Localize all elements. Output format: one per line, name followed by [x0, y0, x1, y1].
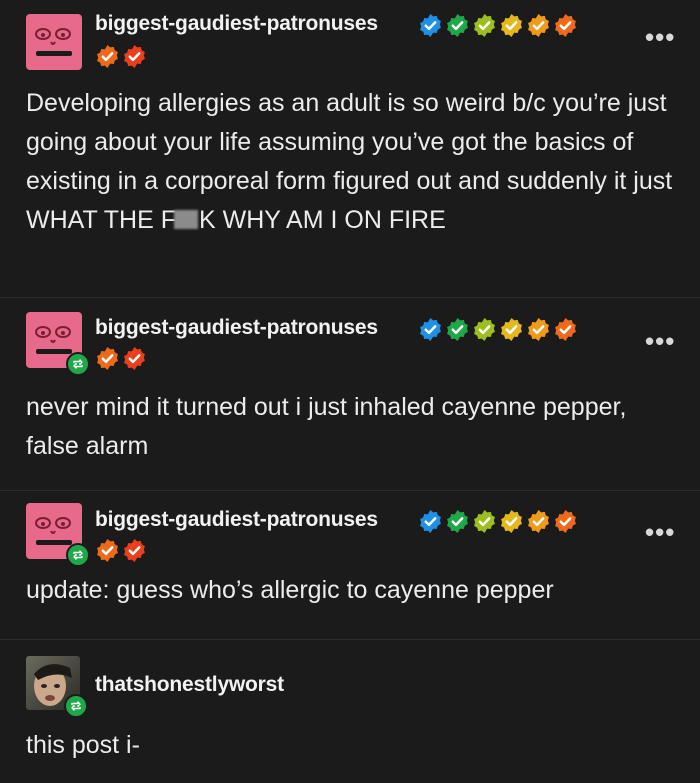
avatar[interactable]	[26, 656, 88, 718]
verified-badge-icon	[447, 318, 468, 341]
post-body: never mind it turned out i just inhaled …	[26, 393, 627, 460]
badge-row	[418, 317, 578, 342]
reblog-icon	[66, 352, 90, 376]
avatar[interactable]	[26, 312, 90, 376]
verified-badge-icon	[555, 510, 576, 533]
verified-badge-icon	[447, 14, 468, 37]
verified-badge-icon	[555, 14, 576, 37]
verified-badge-icon	[528, 318, 549, 341]
username[interactable]: biggest-gaudiest-patronuses	[95, 316, 378, 340]
badge-row	[418, 13, 578, 38]
verified-badge-icon	[501, 318, 522, 341]
verified-badge-icon	[97, 347, 118, 370]
verified-badge-icon	[447, 510, 468, 533]
reblog-icon	[66, 543, 90, 567]
verified-badge-icon	[124, 45, 145, 68]
verified-badge-icon	[420, 510, 441, 533]
verified-badge-icon	[124, 539, 145, 562]
pink-face-avatar-icon	[26, 14, 82, 70]
avatar[interactable]	[26, 503, 90, 567]
username[interactable]: thatshonestlyworst	[95, 673, 284, 697]
post-body: update: guess who’s allergic to cayenne …	[26, 576, 554, 604]
reblog-icon	[64, 694, 88, 718]
post-body: this post i-	[26, 731, 140, 759]
censor-blur	[174, 210, 198, 229]
more-options-button[interactable]: •••	[645, 24, 675, 50]
more-options-button[interactable]: •••	[645, 328, 675, 354]
verified-badge-icon	[501, 14, 522, 37]
verified-badge-icon	[420, 14, 441, 37]
badge-row-2	[95, 538, 147, 563]
post-text-continued: K WHY AM I ON FIRE	[199, 206, 446, 234]
verified-badge-icon	[474, 318, 495, 341]
more-options-button[interactable]: •••	[645, 519, 675, 545]
badge-row-2	[95, 44, 147, 69]
verified-badge-icon	[555, 318, 576, 341]
post-body: Developing allergies as an adult is so w…	[26, 84, 681, 240]
avatar[interactable]	[26, 14, 82, 70]
verified-badge-icon	[501, 510, 522, 533]
username[interactable]: biggest-gaudiest-patronuses	[95, 12, 378, 36]
verified-badge-icon	[528, 510, 549, 533]
badge-row	[418, 509, 578, 534]
verified-badge-icon	[420, 318, 441, 341]
badge-row-2	[95, 346, 147, 371]
post-3: biggest-gaudiest-patronuses ••• update: …	[0, 490, 700, 639]
verified-badge-icon	[528, 14, 549, 37]
verified-badge-icon	[124, 347, 145, 370]
username[interactable]: biggest-gaudiest-patronuses	[95, 508, 378, 532]
post-4: thatshonestlyworst this post i-	[0, 639, 700, 783]
post-2: biggest-gaudiest-patronuses ••• never mi…	[0, 297, 700, 490]
verified-badge-icon	[97, 45, 118, 68]
verified-badge-icon	[474, 510, 495, 533]
post-1: biggest-gaudiest-patronuses ••• Developi…	[0, 0, 700, 297]
verified-badge-icon	[474, 14, 495, 37]
verified-badge-icon	[97, 539, 118, 562]
